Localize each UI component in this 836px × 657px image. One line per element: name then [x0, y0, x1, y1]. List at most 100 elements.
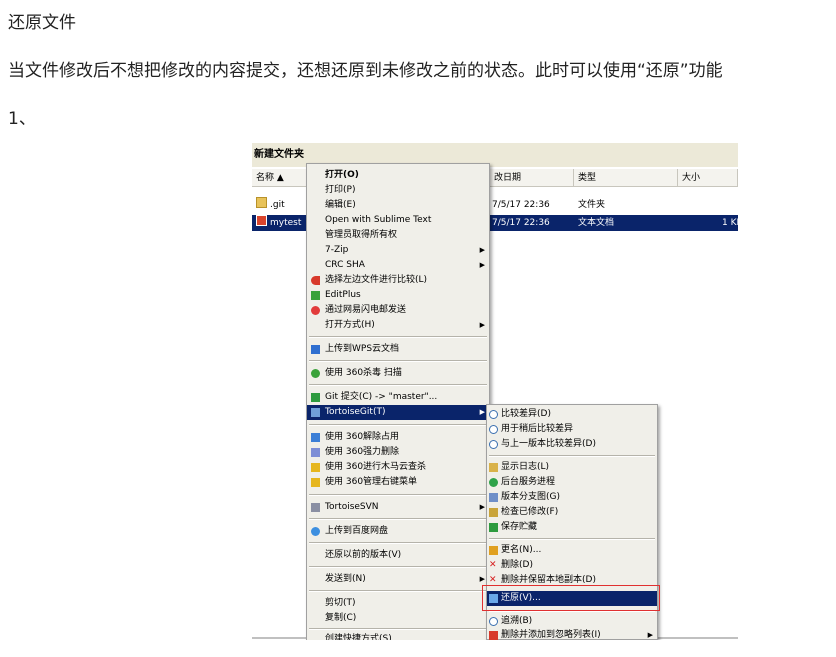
- submenu-item-label: 比较差异(D): [501, 409, 551, 419]
- menu-item-email[interactable]: 通过网易闪电邮发送: [307, 303, 489, 318]
- menu-separator: [309, 590, 487, 592]
- menu-item-label: 使用 360强力删除: [325, 447, 400, 457]
- file-date: 7/5/17 22:36: [492, 218, 550, 228]
- section-title: 还原文件: [8, 13, 76, 33]
- submenu-item-diff-previous[interactable]: 与上一版本比较差异(D): [487, 437, 657, 452]
- column-header-name[interactable]: 名称 ▲: [252, 169, 308, 187]
- tortoisegit-icon: [311, 408, 320, 417]
- editplus-icon: [311, 291, 320, 300]
- submenu-arrow-icon: ▶: [479, 503, 485, 511]
- 360-delete-icon: [311, 448, 320, 457]
- file-date: 7/5/17 22:36: [492, 200, 550, 210]
- text-file-icon: [256, 215, 267, 226]
- menu-item-open[interactable]: 打开(O): [307, 168, 489, 183]
- submenu-item-check-modified[interactable]: 检查已修改(F): [487, 505, 657, 520]
- submenu-arrow-icon: ▶: [479, 408, 485, 416]
- menu-separator: [309, 542, 487, 544]
- submenu-item-blame[interactable]: 追溯(B): [487, 614, 657, 629]
- submenu-item-label: 删除并添加到忽略列表(I): [501, 630, 601, 640]
- submenu-arrow-icon: ▶: [479, 261, 485, 269]
- menu-item-baidu-upload[interactable]: 上传到百度网盘: [307, 524, 489, 539]
- menu-item-tortoisegit[interactable]: TortoiseGit(T) ▶: [307, 405, 489, 420]
- menu-item-label: 使用 360杀毒 扫描: [325, 368, 402, 378]
- log-icon: [489, 463, 498, 472]
- delete-icon: ✕: [489, 560, 497, 570]
- submenu-item-show-log[interactable]: 显示日志(L): [487, 460, 657, 475]
- compare-icon: [311, 276, 320, 285]
- submenu-item-stash[interactable]: 保存贮藏: [487, 520, 657, 535]
- menu-separator: [309, 494, 487, 496]
- menu-item-send-to[interactable]: 发送到(N) ▶: [307, 572, 489, 587]
- git-commit-icon: [311, 393, 320, 402]
- submenu-item-rename[interactable]: 更名(N)...: [487, 543, 657, 558]
- menu-item-edit[interactable]: 编辑(E): [307, 198, 489, 213]
- menu-item-360-manage[interactable]: 使用 360管理右键菜单: [307, 475, 489, 490]
- submenu-item-label: 版本分支图(G): [501, 492, 560, 502]
- menu-item-label: TortoiseGit(T): [325, 407, 386, 417]
- menu-item-take-ownership[interactable]: 管理员取得所有权: [307, 228, 489, 243]
- menu-item-tortoisesvn[interactable]: TortoiseSVN ▶: [307, 500, 489, 515]
- menu-separator: [309, 336, 487, 338]
- menu-item-label: 使用 360管理右键菜单: [325, 477, 418, 487]
- submenu-item-daemon[interactable]: 后台服务进程: [487, 475, 657, 490]
- menu-item-label: EditPlus: [325, 290, 361, 300]
- menu-item-git-commit[interactable]: Git 提交(C) -> "master"...: [307, 390, 489, 405]
- mail-icon: [311, 306, 320, 315]
- description-paragraph: 当文件修改后不想把修改的内容提交，还想还原到未修改之前的状态。此时可以使用“还原…: [8, 61, 723, 81]
- submenu-item-label: 更名(N)...: [501, 545, 542, 555]
- menu-separator: [309, 566, 487, 568]
- submenu-separator: [489, 455, 655, 457]
- tortoisesvn-icon: [311, 503, 320, 512]
- menu-item-cut[interactable]: 剪切(T): [307, 596, 489, 611]
- menu-item-7zip[interactable]: 7-Zip ▶: [307, 243, 489, 258]
- menu-item-previous-versions[interactable]: 还原以前的版本(V): [307, 548, 489, 563]
- menu-item-label: Git 提交(C) -> "master"...: [325, 392, 438, 402]
- menu-separator: [309, 360, 487, 362]
- column-header-size[interactable]: 大小: [678, 169, 738, 187]
- revert-highlight-box: [482, 585, 660, 611]
- submenu-item-label: 与上一版本比较差异(D): [501, 439, 596, 449]
- blame-icon: [489, 617, 498, 626]
- menu-item-compare-left[interactable]: 选择左边文件进行比较(L): [307, 273, 489, 288]
- submenu-arrow-icon: ▶: [647, 631, 653, 639]
- menu-item-360-delete[interactable]: 使用 360强力删除: [307, 445, 489, 460]
- menu-item-sublime[interactable]: Open with Sublime Text: [307, 213, 489, 228]
- menu-item-360-trojan[interactable]: 使用 360进行木马云查杀: [307, 460, 489, 475]
- check-modified-icon: [489, 508, 498, 517]
- menu-item-crc-sha[interactable]: CRC SHA ▶: [307, 258, 489, 273]
- 360-menu-icon: [311, 478, 320, 487]
- menu-item-label: CRC SHA: [325, 260, 365, 270]
- menu-item-label: 上传到WPS云文档: [325, 344, 400, 354]
- submenu-item-revision-graph[interactable]: 版本分支图(G): [487, 490, 657, 505]
- file-type: 文本文档: [578, 218, 615, 228]
- submenu-item-label: 删除并保留本地副本(D): [501, 575, 596, 585]
- submenu-item-label: 删除(D): [501, 560, 533, 570]
- menu-separator: [309, 424, 487, 426]
- column-header-type[interactable]: 类型: [574, 169, 678, 187]
- submenu-item-diff[interactable]: 比较差异(D): [487, 407, 657, 422]
- submenu-item-delete[interactable]: ✕ 删除(D): [487, 558, 657, 573]
- menu-item-label: 发送到(N): [325, 574, 366, 584]
- menu-item-360-scan[interactable]: 使用 360杀毒 扫描: [307, 366, 489, 381]
- folder-icon: [256, 197, 267, 208]
- menu-item-label: 使用 360解除占用: [325, 432, 400, 442]
- menu-item-print[interactable]: 打印(P): [307, 183, 489, 198]
- rename-icon: [489, 546, 498, 555]
- menu-item-label: 打开方式(H): [325, 320, 375, 330]
- menu-item-wps-upload[interactable]: 上传到WPS云文档: [307, 342, 489, 357]
- file-name: .git: [270, 200, 285, 210]
- submenu-item-ignore[interactable]: 删除并添加到忽略列表(I) ▶: [487, 628, 657, 640]
- menu-separator: [309, 628, 487, 630]
- menu-item-editplus[interactable]: EditPlus: [307, 288, 489, 303]
- menu-item-open-with[interactable]: 打开方式(H) ▶: [307, 318, 489, 333]
- menu-item-label: 上传到百度网盘: [325, 526, 389, 536]
- menu-item-copy[interactable]: 复制(C): [307, 611, 489, 626]
- menu-item-360-unlock[interactable]: 使用 360解除占用: [307, 430, 489, 445]
- stash-icon: [489, 523, 498, 532]
- menu-item-create-shortcut[interactable]: 创建快捷方式(S): [307, 632, 489, 640]
- submenu-item-diff-later[interactable]: 用于稍后比较差异: [487, 422, 657, 437]
- column-header-date[interactable]: 改日期: [490, 169, 574, 187]
- delete-keep-icon: ✕: [489, 575, 497, 585]
- file-name: mytest: [270, 218, 302, 228]
- menu-item-label: TortoiseSVN: [325, 502, 379, 512]
